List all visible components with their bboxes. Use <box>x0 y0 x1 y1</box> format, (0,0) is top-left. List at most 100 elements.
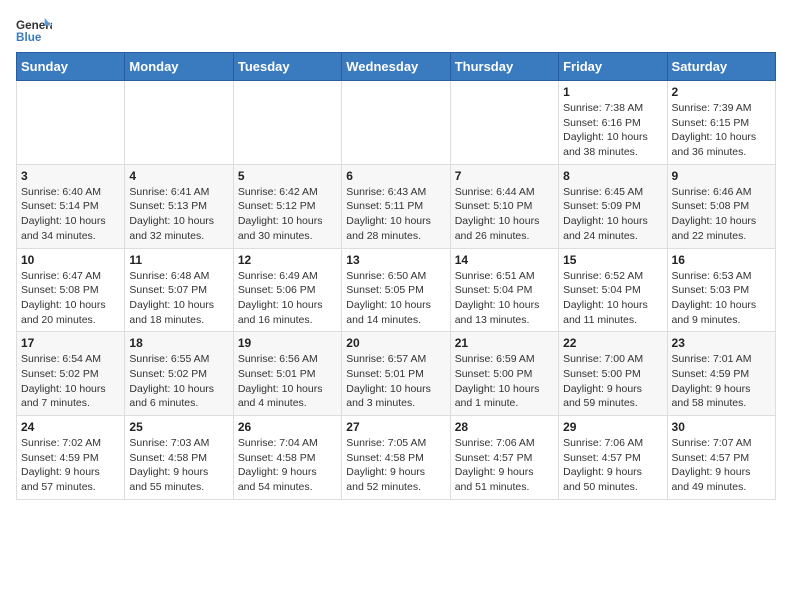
day-info: Sunrise: 6:57 AMSunset: 5:01 PMDaylight:… <box>346 352 445 411</box>
day-info: Sunrise: 6:41 AMSunset: 5:13 PMDaylight:… <box>129 185 228 244</box>
day-info: Sunrise: 7:04 AMSunset: 4:58 PMDaylight:… <box>238 436 337 495</box>
day-number: 19 <box>238 336 337 350</box>
calendar-cell: 30 Sunrise: 7:07 AMSunset: 4:57 PMDayligh… <box>667 416 775 500</box>
day-info: Sunrise: 6:40 AMSunset: 5:14 PMDaylight:… <box>21 185 120 244</box>
day-info: Sunrise: 6:55 AMSunset: 5:02 PMDaylight:… <box>129 352 228 411</box>
day-number: 24 <box>21 420 120 434</box>
header-day-friday: Friday <box>559 53 667 81</box>
header-day-wednesday: Wednesday <box>342 53 450 81</box>
calendar-week-row: 17Sunrise: 6:54 AMSunset: 5:02 PMDayligh… <box>17 332 776 416</box>
day-info: Sunrise: 7:39 AMSunset: 6:15 PMDaylight:… <box>672 101 771 160</box>
calendar-body: 1 Sunrise: 7:38 AMSunset: 6:16 PMDaylight… <box>17 81 776 500</box>
calendar-cell: 26 Sunrise: 7:04 AMSunset: 4:58 PMDayligh… <box>233 416 341 500</box>
calendar-cell: 12 Sunrise: 6:49 AMSunset: 5:06 PMDayligh… <box>233 248 341 332</box>
day-info: Sunrise: 6:51 AMSunset: 5:04 PMDaylight:… <box>455 269 554 328</box>
day-info: Sunrise: 6:44 AMSunset: 5:10 PMDaylight:… <box>455 185 554 244</box>
calendar-cell: 25 Sunrise: 7:03 AMSunset: 4:58 PMDayligh… <box>125 416 233 500</box>
day-number: 26 <box>238 420 337 434</box>
day-info: Sunrise: 6:53 AMSunset: 5:03 PMDaylight:… <box>672 269 771 328</box>
calendar-cell: 4Sunrise: 6:41 AMSunset: 5:13 PMDaylight… <box>125 164 233 248</box>
calendar-cell: 28 Sunrise: 7:06 AMSunset: 4:57 PMDayligh… <box>450 416 558 500</box>
calendar-week-row: 24 Sunrise: 7:02 AMSunset: 4:59 PMDayligh… <box>17 416 776 500</box>
calendar-cell: 2 Sunrise: 7:39 AMSunset: 6:15 PMDaylight… <box>667 81 775 165</box>
calendar-header-row: SundayMondayTuesdayWednesdayThursdayFrid… <box>17 53 776 81</box>
calendar-cell <box>342 81 450 165</box>
calendar-week-row: 10 Sunrise: 6:47 AMSunset: 5:08 PMDayligh… <box>17 248 776 332</box>
calendar-cell <box>233 81 341 165</box>
calendar-week-row: 3 Sunrise: 6:40 AMSunset: 5:14 PMDaylight… <box>17 164 776 248</box>
day-number: 14 <box>455 253 554 267</box>
calendar-cell: 22 Sunrise: 7:00 AMSunset: 5:00 PMDayligh… <box>559 332 667 416</box>
calendar-cell: 1 Sunrise: 7:38 AMSunset: 6:16 PMDaylight… <box>559 81 667 165</box>
day-number: 28 <box>455 420 554 434</box>
calendar-cell: 13 Sunrise: 6:50 AMSunset: 5:05 PMDayligh… <box>342 248 450 332</box>
day-number: 1 <box>563 85 662 99</box>
calendar-cell: 23 Sunrise: 7:01 AMSunset: 4:59 PMDayligh… <box>667 332 775 416</box>
day-info: Sunrise: 6:49 AMSunset: 5:06 PMDaylight:… <box>238 269 337 328</box>
header-day-sunday: Sunday <box>17 53 125 81</box>
calendar-cell: 18Sunrise: 6:55 AMSunset: 5:02 PMDayligh… <box>125 332 233 416</box>
calendar-cell: 10 Sunrise: 6:47 AMSunset: 5:08 PMDayligh… <box>17 248 125 332</box>
day-number: 12 <box>238 253 337 267</box>
day-info: Sunrise: 7:07 AMSunset: 4:57 PMDaylight:… <box>672 436 771 495</box>
day-info: Sunrise: 6:43 AMSunset: 5:11 PMDaylight:… <box>346 185 445 244</box>
calendar-cell <box>17 81 125 165</box>
day-info: Sunrise: 6:54 AMSunset: 5:02 PMDaylight:… <box>21 352 120 411</box>
calendar-week-row: 1 Sunrise: 7:38 AMSunset: 6:16 PMDaylight… <box>17 81 776 165</box>
day-info: Sunrise: 7:06 AMSunset: 4:57 PMDaylight:… <box>563 436 662 495</box>
calendar-cell: 21 Sunrise: 6:59 AMSunset: 5:00 PMDayligh… <box>450 332 558 416</box>
calendar-cell: 24 Sunrise: 7:02 AMSunset: 4:59 PMDayligh… <box>17 416 125 500</box>
calendar-cell: 9 Sunrise: 6:46 AMSunset: 5:08 PMDaylight… <box>667 164 775 248</box>
day-info: Sunrise: 6:47 AMSunset: 5:08 PMDaylight:… <box>21 269 120 328</box>
logo: General Blue <box>16 16 56 44</box>
day-number: 9 <box>672 169 771 183</box>
day-number: 25 <box>129 420 228 434</box>
day-info: Sunrise: 7:00 AMSunset: 5:00 PMDaylight:… <box>563 352 662 411</box>
calendar-cell: 7 Sunrise: 6:44 AMSunset: 5:10 PMDaylight… <box>450 164 558 248</box>
day-info: Sunrise: 7:06 AMSunset: 4:57 PMDaylight:… <box>455 436 554 495</box>
day-info: Sunrise: 7:02 AMSunset: 4:59 PMDaylight:… <box>21 436 120 495</box>
day-info: Sunrise: 6:42 AMSunset: 5:12 PMDaylight:… <box>238 185 337 244</box>
day-number: 30 <box>672 420 771 434</box>
day-info: Sunrise: 6:56 AMSunset: 5:01 PMDaylight:… <box>238 352 337 411</box>
calendar-cell: 3 Sunrise: 6:40 AMSunset: 5:14 PMDaylight… <box>17 164 125 248</box>
day-number: 23 <box>672 336 771 350</box>
calendar-cell <box>125 81 233 165</box>
calendar-cell: 17Sunrise: 6:54 AMSunset: 5:02 PMDayligh… <box>17 332 125 416</box>
calendar-cell: 8 Sunrise: 6:45 AMSunset: 5:09 PMDaylight… <box>559 164 667 248</box>
day-info: Sunrise: 6:45 AMSunset: 5:09 PMDaylight:… <box>563 185 662 244</box>
day-info: Sunrise: 7:01 AMSunset: 4:59 PMDaylight:… <box>672 352 771 411</box>
header-day-tuesday: Tuesday <box>233 53 341 81</box>
day-number: 10 <box>21 253 120 267</box>
calendar-cell: 14 Sunrise: 6:51 AMSunset: 5:04 PMDayligh… <box>450 248 558 332</box>
day-number: 13 <box>346 253 445 267</box>
day-number: 7 <box>455 169 554 183</box>
calendar-cell: 5 Sunrise: 6:42 AMSunset: 5:12 PMDaylight… <box>233 164 341 248</box>
logo-icon: General Blue <box>16 16 52 44</box>
calendar-cell: 20 Sunrise: 6:57 AMSunset: 5:01 PMDayligh… <box>342 332 450 416</box>
calendar-cell: 29Sunrise: 7:06 AMSunset: 4:57 PMDayligh… <box>559 416 667 500</box>
day-info: Sunrise: 6:50 AMSunset: 5:05 PMDaylight:… <box>346 269 445 328</box>
calendar-cell: 27Sunrise: 7:05 AMSunset: 4:58 PMDayligh… <box>342 416 450 500</box>
day-number: 22 <box>563 336 662 350</box>
day-info: Sunrise: 6:59 AMSunset: 5:00 PMDaylight:… <box>455 352 554 411</box>
day-info: Sunrise: 7:03 AMSunset: 4:58 PMDaylight:… <box>129 436 228 495</box>
calendar-cell: 16Sunrise: 6:53 AMSunset: 5:03 PMDayligh… <box>667 248 775 332</box>
day-number: 20 <box>346 336 445 350</box>
day-number: 6 <box>346 169 445 183</box>
day-info: Sunrise: 6:46 AMSunset: 5:08 PMDaylight:… <box>672 185 771 244</box>
day-info: Sunrise: 7:38 AMSunset: 6:16 PMDaylight:… <box>563 101 662 160</box>
day-number: 11 <box>129 253 228 267</box>
day-number: 3 <box>21 169 120 183</box>
day-number: 5 <box>238 169 337 183</box>
day-info: Sunrise: 6:48 AMSunset: 5:07 PMDaylight:… <box>129 269 228 328</box>
svg-text:Blue: Blue <box>16 31 42 44</box>
calendar-cell <box>450 81 558 165</box>
header-day-saturday: Saturday <box>667 53 775 81</box>
day-number: 21 <box>455 336 554 350</box>
day-number: 2 <box>672 85 771 99</box>
header: General Blue <box>16 16 776 44</box>
day-number: 8 <box>563 169 662 183</box>
calendar-cell: 11 Sunrise: 6:48 AMSunset: 5:07 PMDayligh… <box>125 248 233 332</box>
header-day-thursday: Thursday <box>450 53 558 81</box>
